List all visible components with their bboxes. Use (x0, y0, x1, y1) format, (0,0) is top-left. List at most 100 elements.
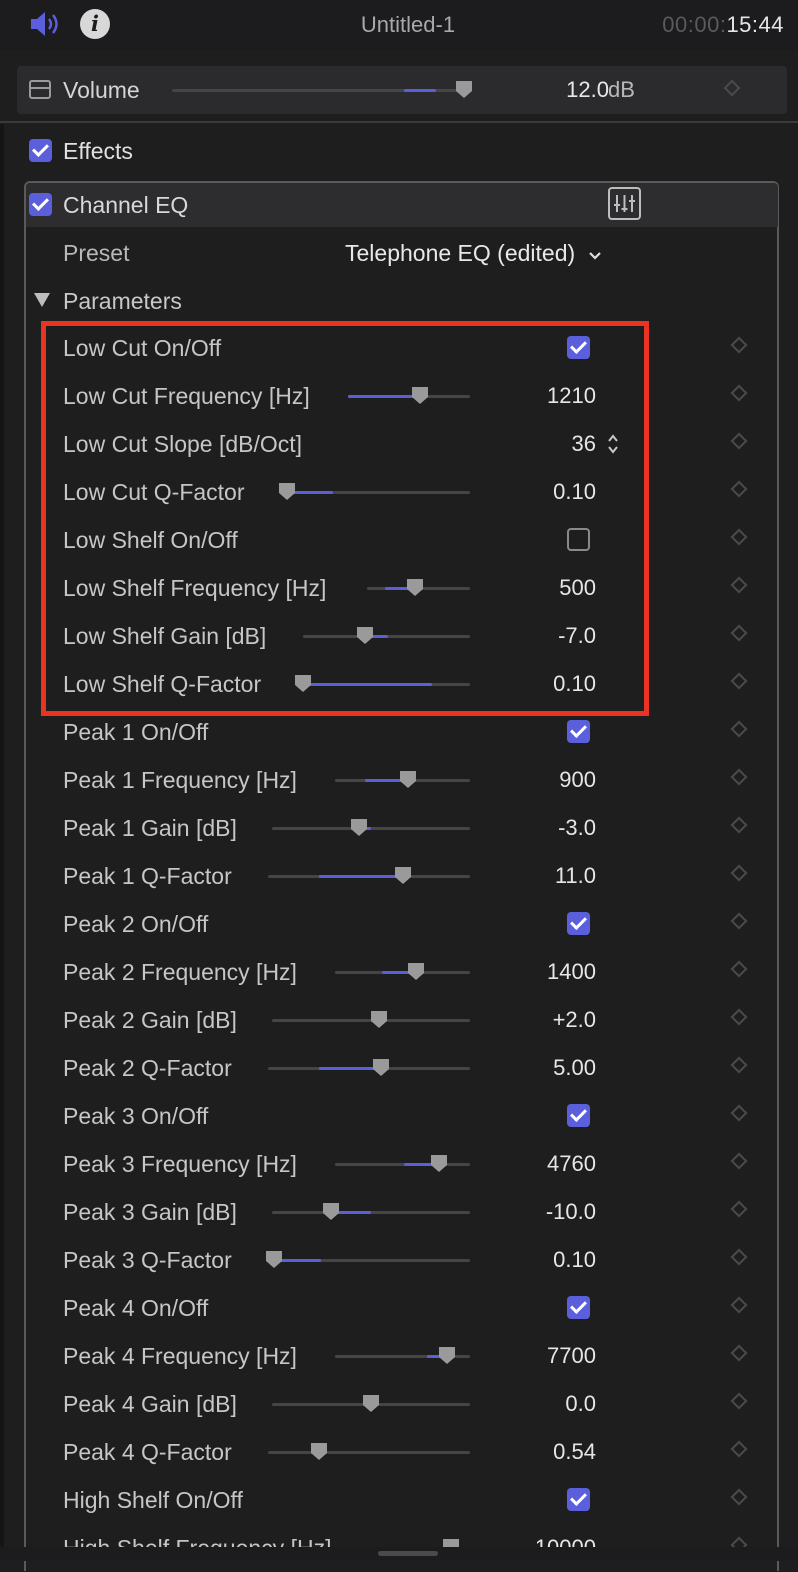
slider-knob[interactable] (322, 1202, 340, 1221)
keyframe-button[interactable] (730, 432, 748, 450)
slider-knob[interactable] (430, 1154, 448, 1173)
speaker-icon[interactable] (28, 8, 64, 40)
keyframe-button[interactable] (730, 1248, 748, 1266)
volume-meter-icon (29, 80, 51, 99)
volume-value[interactable]: 12.0 (517, 76, 609, 104)
parameter-label: Peak 4 On/Off (63, 1295, 209, 1321)
keyframe-button[interactable] (730, 720, 748, 738)
slider-knob[interactable] (394, 866, 412, 885)
keyframe-button[interactable] (730, 672, 748, 690)
keyframe-button[interactable] (730, 960, 748, 978)
keyframe-button[interactable] (730, 1104, 748, 1122)
slider-knob[interactable] (438, 1346, 456, 1365)
slider-knob[interactable] (362, 1394, 380, 1413)
parameter-checkbox[interactable] (567, 720, 590, 743)
channel-eq-label: Channel EQ (63, 192, 189, 218)
parameter-value[interactable]: 0.54 (476, 1437, 596, 1467)
timecode-dim: 00:00: (662, 12, 727, 37)
volume-slider-fill (404, 89, 436, 92)
slider-fill (318, 875, 404, 878)
volume-label: Volume (63, 77, 140, 103)
keyframe-button[interactable] (730, 1488, 748, 1506)
parameter-slider[interactable] (268, 1443, 470, 1460)
keyframe-button[interactable] (730, 1200, 748, 1218)
keyframe-button[interactable] (730, 480, 748, 498)
parameter-slider[interactable] (272, 1395, 470, 1412)
parameter-slider[interactable] (272, 819, 470, 836)
parameter-slider[interactable] (272, 1011, 470, 1028)
parameter-label: Peak 3 Frequency [Hz] (63, 1151, 297, 1177)
keyframe-button[interactable] (730, 336, 748, 354)
volume-slider[interactable] (172, 81, 472, 98)
parameter-label: Peak 1 Gain [dB] (63, 815, 237, 841)
keyframe-button[interactable] (730, 816, 748, 834)
keyframe-button[interactable] (723, 79, 741, 97)
parameter-row: Peak 2 Q-Factor 5.00 (26, 1044, 778, 1092)
parameter-slider[interactable] (266, 1251, 470, 1268)
parameter-slider[interactable] (268, 867, 470, 884)
parameter-row: High Shelf On/Off (26, 1476, 778, 1524)
parameter-checkbox[interactable] (567, 1104, 590, 1127)
keyframe-button[interactable] (730, 1344, 748, 1362)
parameter-value[interactable]: +2.0 (476, 1005, 596, 1035)
slider-knob[interactable] (310, 1442, 328, 1461)
parameter-slider[interactable] (335, 771, 470, 788)
parameter-slider[interactable] (272, 1203, 470, 1220)
parameter-label: High Shelf On/Off (63, 1487, 243, 1513)
parameter-label: Peak 3 Gain [dB] (63, 1199, 237, 1225)
parameter-checkbox[interactable] (567, 1296, 590, 1319)
keyframe-button[interactable] (730, 1440, 748, 1458)
slider-knob[interactable] (399, 770, 417, 789)
parameter-slider[interactable] (335, 1347, 470, 1364)
slider-knob[interactable] (407, 962, 425, 981)
parameter-value[interactable]: 11.0 (476, 861, 596, 891)
keyframe-button[interactable] (730, 912, 748, 930)
parameter-label: Peak 1 Q-Factor (63, 863, 232, 889)
parameter-value[interactable]: 4760 (476, 1149, 596, 1179)
parameter-slider[interactable] (335, 1155, 470, 1172)
parameter-value[interactable]: -10.0 (476, 1197, 596, 1227)
parameter-value[interactable]: 900 (476, 765, 596, 795)
slider-knob[interactable] (372, 1058, 390, 1077)
slider-knob[interactable] (370, 1010, 388, 1029)
parameter-value[interactable]: -3.0 (476, 813, 596, 843)
parameter-label: Peak 4 Q-Factor (63, 1439, 232, 1465)
parameter-row: Peak 4 On/Off (26, 1284, 778, 1332)
keyframe-button[interactable] (730, 768, 748, 786)
parameter-value[interactable]: 7700 (476, 1341, 596, 1371)
keyframe-button[interactable] (730, 1392, 748, 1410)
parameter-value[interactable]: 1400 (476, 957, 596, 987)
eq-editor-icon[interactable] (608, 187, 641, 220)
parameter-checkbox[interactable] (567, 1488, 590, 1511)
parameter-value[interactable]: 0.0 (476, 1389, 596, 1419)
keyframe-button[interactable] (730, 1008, 748, 1026)
disclosure-triangle-icon[interactable] (34, 293, 50, 307)
parameter-label: Peak 2 Q-Factor (63, 1055, 232, 1081)
volume-slider-knob[interactable] (455, 80, 473, 99)
keyframe-button[interactable] (730, 384, 748, 402)
keyframe-button[interactable] (730, 1296, 748, 1314)
info-icon[interactable]: i (80, 9, 110, 39)
parameter-slider[interactable] (268, 1059, 470, 1076)
parameter-value[interactable]: 5.00 (476, 1053, 596, 1083)
parameter-checkbox[interactable] (567, 912, 590, 935)
keyframe-button[interactable] (730, 1152, 748, 1170)
timecode: 00:00:15:44 (662, 10, 784, 40)
volume-unit: dB (608, 77, 635, 102)
keyframe-button[interactable] (730, 528, 748, 546)
resize-handle[interactable] (378, 1551, 438, 1556)
parameter-row: Peak 3 Frequency [Hz] 4760 (26, 1140, 778, 1188)
channel-eq-checkbox[interactable] (29, 193, 52, 216)
keyframe-button[interactable] (730, 576, 748, 594)
slider-knob[interactable] (350, 818, 368, 837)
parameter-value[interactable]: 0.10 (476, 1245, 596, 1275)
divider (0, 121, 798, 123)
keyframe-button[interactable] (730, 624, 748, 642)
keyframe-button[interactable] (730, 864, 748, 882)
parameter-label: Peak 4 Gain [dB] (63, 1391, 237, 1417)
keyframe-button[interactable] (730, 1056, 748, 1074)
effects-checkbox[interactable] (29, 139, 52, 162)
parameter-slider[interactable] (335, 963, 470, 980)
preset-dropdown[interactable]: Telephone EQ (edited) (345, 238, 602, 268)
slider-knob[interactable] (265, 1250, 283, 1269)
